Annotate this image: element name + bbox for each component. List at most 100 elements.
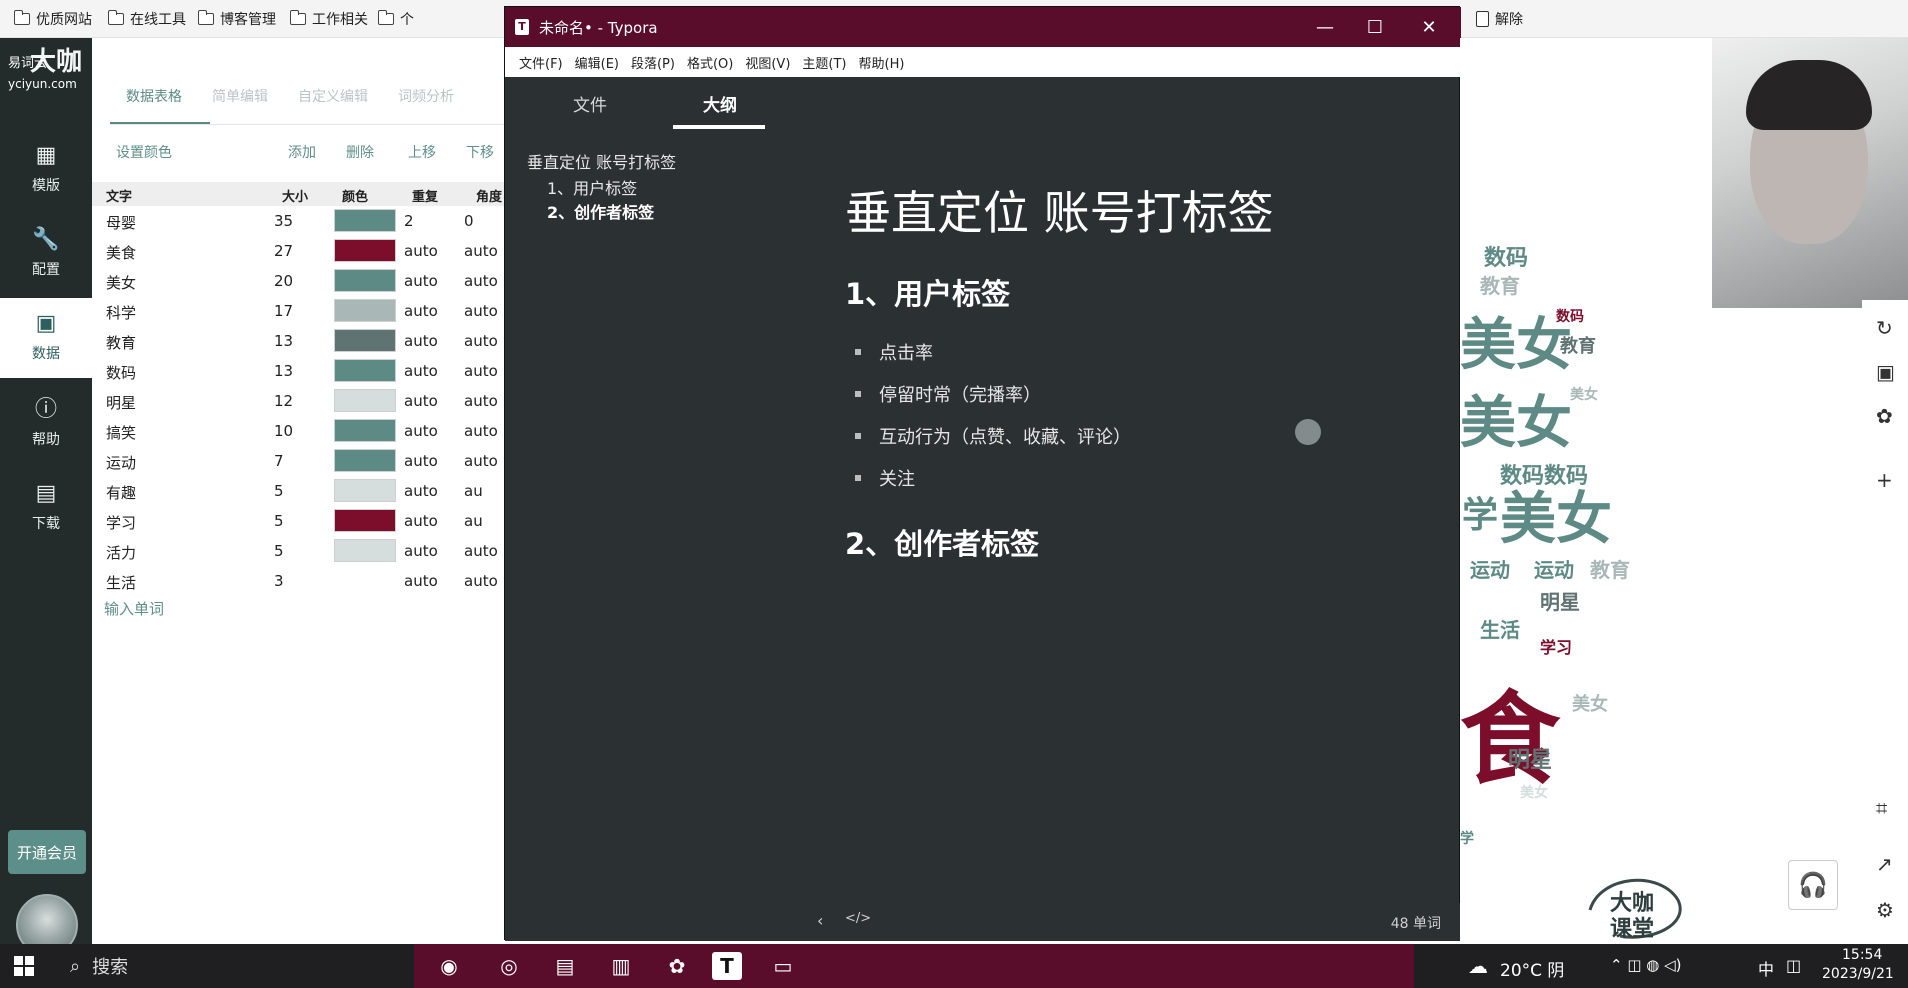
menu-edit[interactable]: 编辑(E) — [569, 53, 625, 72]
color-swatch[interactable] — [334, 239, 396, 262]
size-cell[interactable]: 3 — [274, 572, 284, 590]
word-cell[interactable]: 教育 — [106, 332, 136, 353]
tab-files[interactable]: 文件 — [573, 91, 607, 116]
refresh-icon[interactable]: ↻ — [1876, 316, 1893, 340]
menu-paragraph[interactable]: 段落(P) — [625, 53, 681, 72]
angle-cell[interactable]: auto — [464, 362, 498, 380]
word-cell[interactable]: 活力 — [106, 542, 136, 563]
color-swatch[interactable] — [334, 269, 396, 292]
external-link-icon[interactable]: ↗ — [1876, 852, 1893, 876]
word-cell[interactable]: 数码 — [106, 362, 136, 383]
angle-cell[interactable]: 0 — [464, 212, 474, 230]
nav-download[interactable]: ▤ 下载 — [0, 468, 92, 548]
table-row[interactable]: 有趣 5 auto au — [92, 476, 506, 506]
angle-cell[interactable]: auto — [464, 392, 498, 410]
table-row[interactable]: 科学 17 auto auto — [92, 296, 506, 326]
color-swatch[interactable] — [334, 449, 396, 472]
screenshot-icon[interactable]: ⌗ — [1876, 796, 1887, 820]
size-cell[interactable]: 13 — [274, 332, 293, 350]
ime-indicator[interactable]: 中 — [1758, 956, 1774, 980]
menu-theme[interactable]: 主题(T) — [796, 53, 852, 72]
repeat-cell[interactable]: auto — [404, 452, 438, 470]
table-row[interactable]: 母婴 35 2 0 — [92, 206, 506, 236]
angle-cell[interactable]: auto — [464, 332, 498, 350]
color-swatch[interactable] — [334, 509, 396, 532]
close-icon[interactable]: ✕ — [1405, 13, 1453, 41]
repeat-cell[interactable]: auto — [404, 242, 438, 260]
input-mode-icon[interactable]: ◫ — [1786, 956, 1801, 975]
repeat-cell[interactable]: auto — [404, 272, 438, 290]
nav-data[interactable]: ▣ 数据 — [0, 298, 92, 378]
tab-custom-edit[interactable]: 自定义编辑 — [298, 86, 368, 116]
table-row[interactable]: 运动 7 auto auto — [92, 446, 506, 476]
add-button[interactable]: 添加 — [288, 142, 316, 166]
size-cell[interactable]: 5 — [274, 542, 284, 560]
add-icon[interactable]: + — [1876, 468, 1893, 492]
headset-icon[interactable]: 🎧 — [1788, 860, 1838, 910]
table-row[interactable]: 美食 27 auto auto — [92, 236, 506, 266]
menu-view[interactable]: 视图(V) — [739, 53, 796, 72]
word-input[interactable]: 输入单词 — [104, 598, 164, 619]
tray-icons[interactable]: ⌃ ◫ ◍ ◁) — [1610, 956, 1682, 974]
word-cell[interactable]: 科学 — [106, 302, 136, 323]
repeat-cell[interactable]: auto — [404, 362, 438, 380]
bookmark-folder[interactable]: 在线工具 — [107, 8, 186, 30]
app-icon[interactable]: ▥ — [606, 952, 636, 980]
image-icon[interactable]: ▣ — [1876, 360, 1895, 384]
color-swatch[interactable] — [334, 479, 396, 502]
angle-cell[interactable]: au — [464, 482, 483, 500]
size-cell[interactable]: 5 — [274, 482, 284, 500]
color-swatch[interactable] — [334, 299, 396, 322]
size-cell[interactable]: 35 — [274, 212, 293, 230]
word-cell[interactable]: 美女 — [106, 272, 136, 293]
color-swatch[interactable] — [334, 329, 396, 352]
table-row[interactable]: 学习 5 auto au — [92, 506, 506, 536]
repeat-cell[interactable]: auto — [404, 422, 438, 440]
color-swatch[interactable] — [334, 419, 396, 442]
outline-item[interactable]: 1、用户标签 — [547, 175, 637, 199]
document-content[interactable]: 垂直定位 账号打标签 1、用户标签 点击率 停留时常（完播率） 互动行为（点赞、… — [775, 77, 1461, 941]
app-icon[interactable]: ✿ — [662, 952, 692, 980]
table-row[interactable]: 活力 5 auto auto — [92, 536, 506, 566]
repeat-cell[interactable]: auto — [404, 302, 438, 320]
color-swatch[interactable] — [334, 359, 396, 382]
size-cell[interactable]: 17 — [274, 302, 293, 320]
size-cell[interactable]: 27 — [274, 242, 293, 260]
angle-cell[interactable]: auto — [464, 242, 498, 260]
taskbar-search[interactable]: ⌕ 搜索 — [56, 944, 412, 988]
settings-icon[interactable]: ✿ — [1876, 404, 1893, 428]
repeat-cell[interactable]: auto — [404, 572, 438, 590]
table-row[interactable]: 教育 13 auto auto — [92, 326, 506, 356]
app-icon[interactable]: ◉ — [434, 952, 464, 980]
repeat-cell[interactable]: 2 — [404, 212, 414, 230]
angle-cell[interactable]: auto — [464, 272, 498, 290]
minimize-icon[interactable]: — — [1301, 13, 1349, 41]
notepad-icon[interactable]: ▤ — [550, 952, 580, 980]
word-cell[interactable]: 生活 — [106, 572, 136, 593]
tab-data-table[interactable]: 数据表格 — [126, 86, 182, 116]
size-cell[interactable]: 7 — [274, 452, 284, 470]
table-row[interactable]: 数码 13 auto auto — [92, 356, 506, 386]
menu-format[interactable]: 格式(O) — [681, 53, 739, 72]
move-up-button[interactable]: 上移 — [408, 142, 436, 166]
nav-help[interactable]: ⓘ 帮助 — [0, 384, 92, 464]
file-explorer-icon[interactable]: ▭ — [768, 952, 798, 980]
angle-cell[interactable]: auto — [464, 572, 498, 590]
move-down-button[interactable]: 下移 — [466, 142, 494, 166]
bookmark-folder[interactable]: 个 — [377, 8, 414, 30]
table-row[interactable]: 美女 20 auto auto — [92, 266, 506, 296]
angle-cell[interactable]: auto — [464, 422, 498, 440]
weather-text[interactable]: 20°C 阴 — [1500, 956, 1564, 981]
tab-outline[interactable]: 大纲 — [703, 91, 737, 116]
clock-date[interactable]: 2023/9/21 — [1822, 966, 1894, 982]
outline-item[interactable]: 垂直定位 账号打标签 — [527, 149, 676, 173]
color-swatch[interactable] — [334, 539, 396, 562]
bookmark-folder[interactable]: 博客管理 — [197, 8, 276, 30]
color-swatch[interactable] — [334, 209, 396, 232]
windows-start-icon[interactable] — [14, 956, 34, 976]
word-cell[interactable]: 母婴 — [106, 212, 136, 233]
size-cell[interactable]: 20 — [274, 272, 293, 290]
angle-cell[interactable]: auto — [464, 452, 498, 470]
tab-simple-edit[interactable]: 简单编辑 — [212, 86, 268, 116]
table-row[interactable]: 生活 3 auto auto — [92, 566, 506, 596]
